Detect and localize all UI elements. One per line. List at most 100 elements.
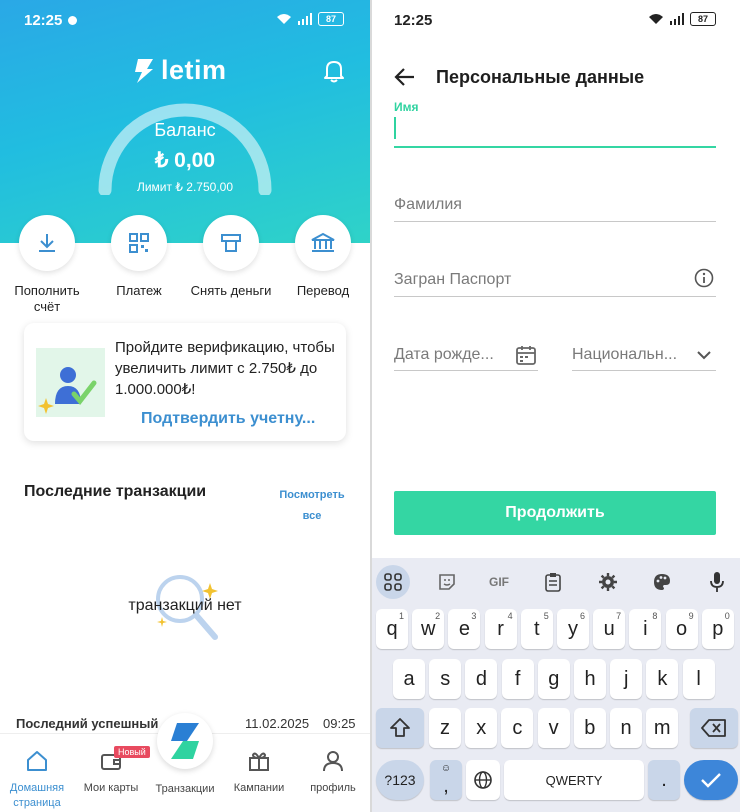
notifications-button[interactable] [322, 58, 346, 89]
nav-transactions-label: Транзакции [155, 783, 215, 795]
key-w[interactable]: 2w [412, 609, 445, 649]
sticker-icon[interactable] [430, 567, 464, 597]
signal-icon [298, 13, 312, 25]
bell-icon [324, 61, 344, 83]
verification-message: Пройдите верификацию, чтобы увеличить ли… [115, 339, 335, 398]
gif-button[interactable]: GIF [482, 567, 516, 597]
continue-button[interactable]: Продолжить [394, 491, 716, 535]
battery-icon: 87 [318, 12, 344, 26]
key-a[interactable]: a [393, 659, 425, 699]
key-x[interactable]: x [465, 708, 498, 748]
nationality-select[interactable]: Национальн... [572, 346, 677, 364]
nav-home[interactable]: Домашняя страница [2, 750, 72, 811]
key-h[interactable]: h [574, 659, 606, 699]
key-d[interactable]: d [465, 659, 498, 699]
key-e[interactable]: 3e [448, 609, 481, 649]
first-name-input[interactable] [394, 117, 396, 139]
key-n[interactable]: n [610, 708, 642, 748]
key-f[interactable]: f [501, 659, 534, 699]
balance-title: Баланс [154, 120, 216, 140]
status-time: 12:25 [394, 12, 433, 29]
apps-icon[interactable] [376, 565, 410, 599]
key-l[interactable]: l [682, 659, 715, 699]
last-name-underline [394, 221, 716, 222]
verification-card[interactable]: Пройдите верификацию, чтобы увеличить ли… [24, 323, 346, 441]
home-screen: 12:25 87 letim Баланс ₺ 0,00 Лимит ₺ 2.7… [0, 0, 370, 812]
key-label: o [676, 617, 688, 640]
space-key[interactable]: QWERTY [504, 760, 644, 800]
page-title: Персональные данные [436, 67, 645, 87]
wifi-icon [277, 14, 291, 24]
key-g[interactable]: g [537, 659, 570, 699]
back-button[interactable] [394, 66, 416, 93]
payment-label: Платеж [116, 283, 162, 298]
logo-text: letim [161, 55, 227, 85]
transfer-button[interactable]: Перевод [278, 215, 368, 299]
birth-date-field[interactable]: Дата рожде... [394, 346, 494, 364]
top-up-button[interactable]: Пополнить счёт [2, 215, 92, 315]
key-s[interactable]: s [429, 659, 462, 699]
comma-key[interactable]: ☺ , [430, 760, 462, 800]
mic-icon[interactable] [700, 567, 734, 597]
backspace-key[interactable] [690, 708, 738, 748]
chevron-down-icon [697, 351, 711, 360]
withdraw-button[interactable]: Снять деньги [186, 215, 276, 299]
key-r[interactable]: 4r [484, 609, 517, 649]
nav-campaigns[interactable]: Кампании [224, 750, 294, 796]
key-label: u [603, 617, 615, 640]
nav-transactions-button[interactable] [157, 713, 213, 769]
key-k[interactable]: k [646, 659, 679, 699]
key-q[interactable]: 1q [376, 609, 408, 649]
info-icon[interactable] [694, 268, 714, 288]
symbols-key[interactable]: ?123 [376, 760, 424, 800]
key-v[interactable]: v [537, 708, 570, 748]
key-hint: 8 [652, 611, 658, 621]
palette-icon[interactable] [645, 567, 679, 597]
key-c[interactable]: c [501, 708, 534, 748]
passport-field[interactable]: Загран Паспорт [394, 271, 511, 289]
nationality-underline [572, 370, 716, 371]
signal-icon [670, 13, 684, 25]
key-label: y [568, 617, 578, 640]
status-icons: 87 [276, 12, 344, 26]
key-p[interactable]: 0p [701, 609, 734, 649]
first-name-underline [394, 146, 716, 148]
key-m[interactable]: m [646, 708, 679, 748]
see-all-link[interactable]: Посмотреть все [276, 485, 348, 527]
key-label: p [712, 617, 724, 640]
first-name-label: Имя [394, 100, 419, 114]
verification-illustration [36, 348, 105, 417]
key-hint: 9 [688, 611, 694, 621]
new-badge: Новый [114, 746, 150, 758]
withdraw-label: Снять деньги [190, 283, 272, 298]
key-t[interactable]: 5t [520, 609, 553, 649]
enter-key[interactable] [684, 760, 738, 800]
birth-date-underline [394, 370, 538, 371]
clipboard-icon[interactable] [536, 567, 570, 597]
shift-key[interactable] [376, 708, 424, 748]
calendar-icon[interactable] [515, 344, 537, 366]
qr-code-icon [129, 233, 149, 253]
key-label: e [458, 617, 470, 640]
status-time: 12:25 [24, 12, 63, 29]
key-j[interactable]: j [610, 659, 643, 699]
nav-home-label: Домашняя страница [9, 782, 65, 809]
status-icons: 87 [648, 12, 716, 26]
last-success-label: Последний успешный [16, 716, 159, 731]
key-y[interactable]: 6y [557, 609, 589, 649]
key-hint: 0 [724, 611, 730, 621]
key-hint: 7 [616, 611, 622, 621]
period-key[interactable]: . [648, 760, 680, 800]
last-name-field[interactable]: Фамилия [394, 196, 462, 214]
key-z[interactable]: z [429, 708, 461, 748]
payment-button[interactable]: Платеж [94, 215, 184, 299]
key-u[interactable]: 7u [593, 609, 626, 649]
key-o[interactable]: 9o [665, 609, 698, 649]
settings-icon[interactable] [591, 567, 625, 597]
key-b[interactable]: b [573, 708, 606, 748]
key-i[interactable]: 8i [629, 609, 662, 649]
language-key[interactable] [466, 760, 500, 800]
nav-profile[interactable]: профиль [298, 750, 368, 796]
verify-account-link[interactable]: Подтвердить учетну... [141, 410, 315, 428]
arrow-left-icon [394, 68, 414, 86]
